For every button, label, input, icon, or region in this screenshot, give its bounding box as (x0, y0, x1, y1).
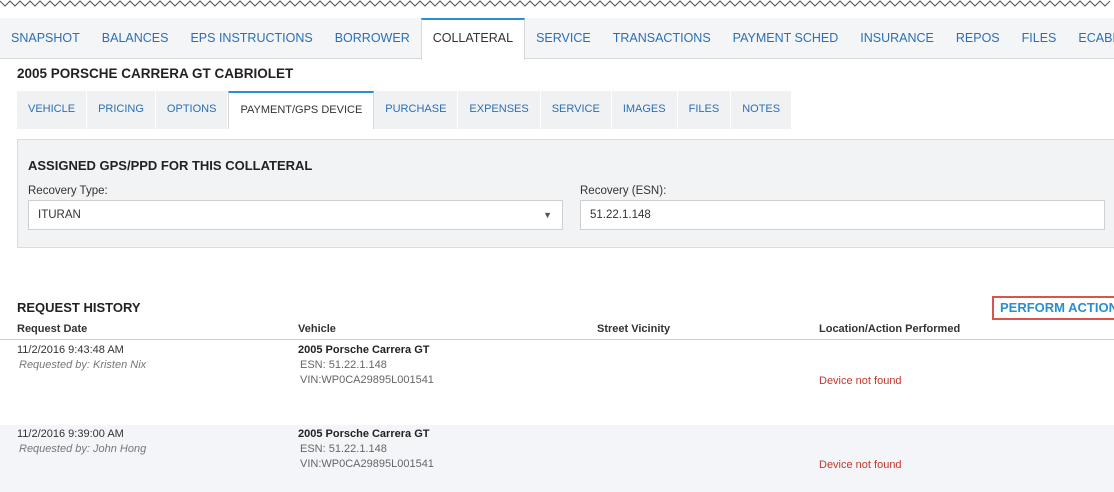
vehicle-title: 2005 PORSCHE CARRERA GT CABRIOLET (17, 66, 294, 81)
subtab-files[interactable]: FILES (677, 91, 732, 129)
vehicle-name: 2005 Porsche Carrera GT (298, 428, 430, 440)
tab-collateral[interactable]: COLLATERAL (420, 18, 526, 60)
recovery-esn-input[interactable]: 51.22.1.148 (580, 200, 1105, 230)
request-date: 11/2/2016 9:43:48 AM (17, 344, 124, 356)
chevron-down-icon: ▼ (543, 210, 552, 220)
vehicle-vin: VIN:WP0CA29895L001541 (300, 458, 434, 470)
vehicle-esn: ESN: 51.22.1.148 (300, 359, 387, 371)
subtab-purchase[interactable]: PURCHASE (374, 91, 459, 129)
request-date: 11/2/2016 9:39:00 AM (17, 428, 124, 440)
vehicle-vin: VIN:WP0CA29895L001541 (300, 374, 434, 386)
col-location-action: Location/Action Performed (819, 323, 961, 335)
tab-repos[interactable]: REPOS (945, 18, 1011, 59)
tab-payment-sched[interactable]: PAYMENT SCHED (722, 18, 850, 59)
subtab-payment-gps-device[interactable]: PAYMENT/GPS DEVICE (228, 91, 375, 129)
recovery-type-label: Recovery Type: (28, 185, 108, 197)
subtab-expenses[interactable]: EXPENSES (458, 91, 541, 129)
torn-edge-decoration (0, 0, 1111, 7)
top-tab-bar: SNAPSHOT BALANCES EPS INSTRUCTIONS BORRO… (0, 18, 1114, 60)
tab-files[interactable]: FILES (1011, 18, 1068, 59)
sub-tab-bar: VEHICLE PRICING OPTIONS PAYMENT/GPS DEVI… (17, 91, 793, 129)
tab-transactions[interactable]: TRANSACTIONS (602, 18, 722, 59)
perform-action-button[interactable]: PERFORM ACTION (992, 296, 1114, 320)
subtab-notes[interactable]: NOTES (731, 91, 793, 129)
vehicle-name: 2005 Porsche Carrera GT (298, 344, 430, 356)
tab-eps-instructions[interactable]: EPS INSTRUCTIONS (179, 18, 323, 59)
tab-snapshot[interactable]: SNAPSHOT (0, 18, 91, 59)
location-result: Device not found (819, 375, 902, 387)
subtab-pricing[interactable]: PRICING (87, 91, 156, 129)
recovery-type-select[interactable]: ITURAN ▼ (28, 200, 563, 230)
tab-borrower[interactable]: BORROWER (324, 18, 421, 59)
table-row: 11/2/2016 9:39:00 AM Requested by: John … (0, 425, 1114, 492)
col-request-date: Request Date (17, 323, 88, 335)
recovery-esn-value: 51.22.1.148 (590, 209, 651, 221)
tab-ecabinet[interactable]: ECABINET (1067, 18, 1114, 59)
table-row: 11/2/2016 9:43:48 AM Requested by: Krist… (0, 341, 1114, 425)
subtab-vehicle[interactable]: VEHICLE (17, 91, 88, 129)
gps-assignment-panel: ASSIGNED GPS/PPD FOR THIS COLLATERAL Rec… (17, 139, 1114, 248)
request-history-title: REQUEST HISTORY (17, 300, 141, 315)
tab-insurance[interactable]: INSURANCE (849, 18, 945, 59)
tab-service[interactable]: SERVICE (525, 18, 602, 59)
recovery-type-value: ITURAN (38, 209, 81, 221)
gps-panel-title: ASSIGNED GPS/PPD FOR THIS COLLATERAL (28, 158, 313, 173)
col-vehicle: Vehicle (298, 323, 336, 335)
requested-by: Requested by: Kristen Nix (19, 359, 147, 371)
vehicle-esn: ESN: 51.22.1.148 (300, 443, 387, 455)
subtab-options[interactable]: OPTIONS (155, 91, 229, 129)
col-street-vicinity: Street Vicinity (597, 323, 671, 335)
requested-by: Requested by: John Hong (19, 443, 147, 455)
subtab-images[interactable]: IMAGES (611, 91, 678, 129)
location-result: Device not found (819, 459, 902, 471)
history-table-header: Request Date Vehicle Street Vicinity Loc… (0, 320, 1114, 340)
tab-balances[interactable]: BALANCES (91, 18, 180, 59)
recovery-esn-label: Recovery (ESN): (580, 185, 667, 197)
subtab-service[interactable]: SERVICE (540, 91, 612, 129)
